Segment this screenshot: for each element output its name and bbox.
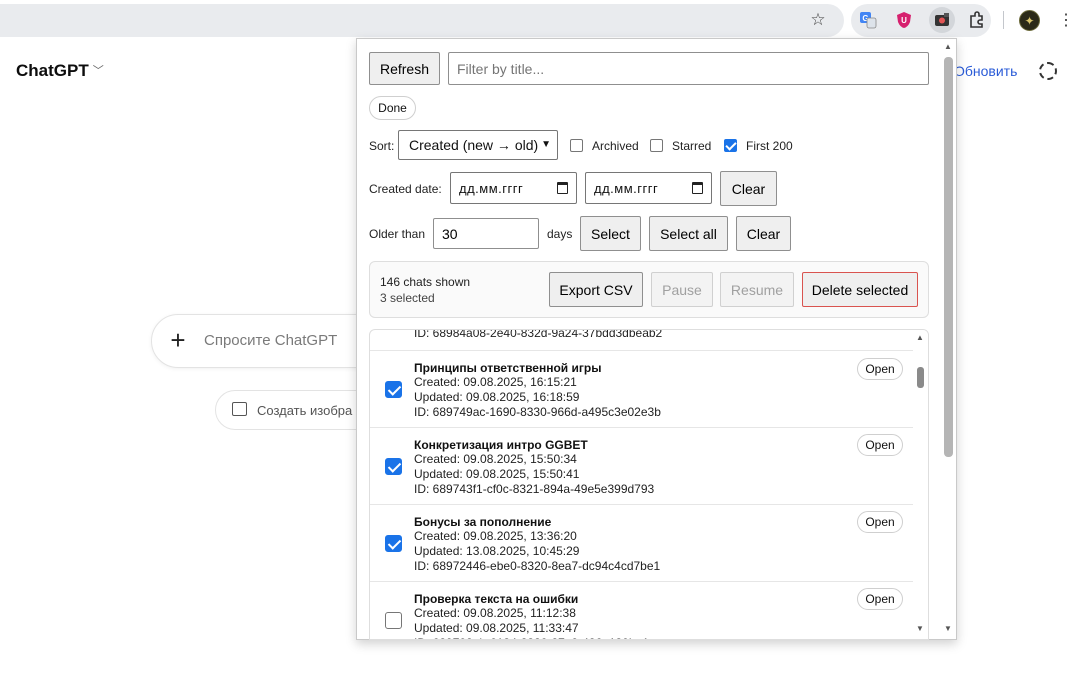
chat-updated: Updated: 09.08.2025, 16:18:59 <box>414 390 580 404</box>
chat-id: ID: 689749ac-1690-8330-966d-a495c3e02e3b <box>414 405 661 419</box>
open-chat-button[interactable]: Open <box>857 434 903 456</box>
chat-id: ID: 68984a08-2e40-832d-9a24-37bdd3dbeab2 <box>414 329 663 340</box>
filter-placeholder: Filter by title... <box>457 60 545 77</box>
list-item: Проверка текста на ошибки Created: 09.08… <box>370 582 913 639</box>
chat-checkbox[interactable] <box>385 458 402 475</box>
chat-id: ID: 689743f1-cf0c-8321-894a-49e5e399d793 <box>414 482 655 496</box>
archived-checkbox[interactable] <box>570 139 583 152</box>
days-label: days <box>547 227 573 241</box>
first-200-label: First 200 <box>746 139 793 153</box>
older-than-input[interactable]: 30 <box>433 218 539 249</box>
created-date-label: Created date: <box>369 182 442 196</box>
temporary-chat-icon[interactable] <box>1039 62 1057 80</box>
toolbar-separator <box>1003 11 1004 29</box>
sort-label: Sort: <box>369 139 395 153</box>
starred-checkbox[interactable] <box>650 139 663 152</box>
filter-title-input[interactable]: Filter by title... <box>448 52 929 85</box>
scroll-up-icon[interactable]: ▲ <box>944 42 952 51</box>
open-chat-button[interactable]: Open <box>857 358 903 380</box>
address-bar[interactable] <box>0 4 844 37</box>
date-from-input[interactable]: дд.мм.гггг <box>450 172 577 204</box>
image-icon <box>232 402 247 416</box>
chats-shown-count: 146 chats shown <box>380 275 471 289</box>
clear-dates-button[interactable]: Clear <box>720 171 777 206</box>
chat-id: ID: 68972446-ebe0-8320-8ea7-dc94c4cd7be1 <box>414 559 661 573</box>
chat-checkbox[interactable] <box>385 612 402 629</box>
clear-selection-button[interactable]: Clear <box>736 216 791 251</box>
pause-button[interactable]: Pause <box>651 272 713 307</box>
prompt-placeholder: Спросите ChatGPT <box>204 332 338 349</box>
chat-created: Created: 09.08.2025, 11:12:38 <box>414 606 576 620</box>
screenshot-extension-icon[interactable] <box>929 7 955 33</box>
chat-list: ID: 68984a08-2e40-832d-9a24-37bdd3dbeab2… <box>369 329 929 640</box>
done-badge: Done <box>369 96 416 120</box>
resume-button[interactable]: Resume <box>720 272 794 307</box>
chat-id: ID: 689702ab-6134-8330-87e9-426a130be1cc <box>414 636 661 639</box>
date-from-placeholder: дд.мм.гггг <box>459 180 524 196</box>
chevron-down-icon: ﹀ <box>92 65 104 77</box>
chevron-down-icon: ▼ <box>541 139 551 150</box>
refresh-button[interactable]: Refresh <box>369 52 440 85</box>
select-all-button[interactable]: Select all <box>649 216 728 251</box>
chat-created: Created: 09.08.2025, 16:15:21 <box>414 375 577 389</box>
delete-selected-button[interactable]: Delete selected <box>802 272 918 307</box>
date-to-placeholder: дд.мм.гггг <box>594 180 659 196</box>
calendar-icon[interactable] <box>692 182 703 194</box>
bookmark-star-icon[interactable]: ☆ <box>807 9 829 31</box>
select-older-button[interactable]: Select <box>580 216 641 251</box>
browser-menu-icon[interactable]: ⋮ <box>1058 9 1074 31</box>
chat-checkbox[interactable] <box>385 381 402 398</box>
first-200-checkbox[interactable] <box>724 139 737 152</box>
create-image-label: Создать изобра <box>257 403 353 418</box>
scroll-down-icon[interactable]: ▼ <box>944 624 952 633</box>
chat-created: Created: 09.08.2025, 13:36:20 <box>414 529 577 543</box>
scroll-up-icon[interactable]: ▲ <box>916 333 924 342</box>
archived-label: Archived <box>592 139 639 153</box>
chat-title: Бонусы за пополнение <box>414 515 552 529</box>
starred-label: Starred <box>672 139 712 153</box>
selected-count: 3 selected <box>380 291 435 305</box>
chat-updated: Updated: 09.08.2025, 11:33:47 <box>414 621 579 635</box>
app-title: ChatGPT <box>16 61 89 80</box>
list-item: Бонусы за пополнение Created: 09.08.2025… <box>370 505 913 582</box>
chat-title: Конкретизация интро GGBET <box>414 438 588 452</box>
chat-title: Принципы ответственной игры <box>414 361 602 375</box>
chat-updated: Updated: 13.08.2025, 10:45:29 <box>414 544 580 558</box>
chat-updated: Updated: 09.08.2025, 15:50:41 <box>414 467 580 481</box>
update-link[interactable]: Обновить <box>954 63 1017 79</box>
chat-created: Created: 09.08.2025, 15:50:34 <box>414 452 577 466</box>
chat-checkbox[interactable] <box>385 535 402 552</box>
open-chat-button[interactable]: Open <box>857 588 903 610</box>
sort-value: Created (new → old) <box>409 137 539 153</box>
export-csv-button[interactable]: Export CSV <box>549 272 643 307</box>
calendar-icon[interactable] <box>557 182 568 194</box>
browser-toolbar: ☆ G U ✦ ⋮ <box>0 0 1089 40</box>
popup-scrollbar[interactable] <box>944 57 953 457</box>
date-to-input[interactable]: дд.мм.гггг <box>585 172 712 204</box>
ublock-icon[interactable]: U <box>893 9 915 31</box>
svg-text:U: U <box>901 16 907 25</box>
list-item: Принципы ответственной игры Created: 09.… <box>370 351 913 428</box>
plus-icon[interactable]: + <box>167 325 189 355</box>
older-than-label: Older than <box>369 227 426 241</box>
profile-avatar-icon[interactable]: ✦ <box>1019 10 1040 31</box>
sort-select[interactable]: Created (new → old) ▼ <box>398 130 558 160</box>
open-chat-button[interactable]: Open <box>857 511 903 533</box>
list-scrollbar-thumb[interactable] <box>917 367 924 388</box>
model-selector[interactable]: ChatGPT ﹀ <box>16 61 104 81</box>
list-item: Конкретизация интро GGBET Created: 09.08… <box>370 428 913 505</box>
list-item: ID: 68984a08-2e40-832d-9a24-37bdd3dbeab2 <box>370 329 913 351</box>
chat-title: Проверка текста на ошибки <box>414 592 579 606</box>
scroll-down-icon[interactable]: ▼ <box>916 624 924 633</box>
puzzle-extensions-icon[interactable] <box>966 9 988 31</box>
translate-icon[interactable]: G <box>857 9 879 31</box>
